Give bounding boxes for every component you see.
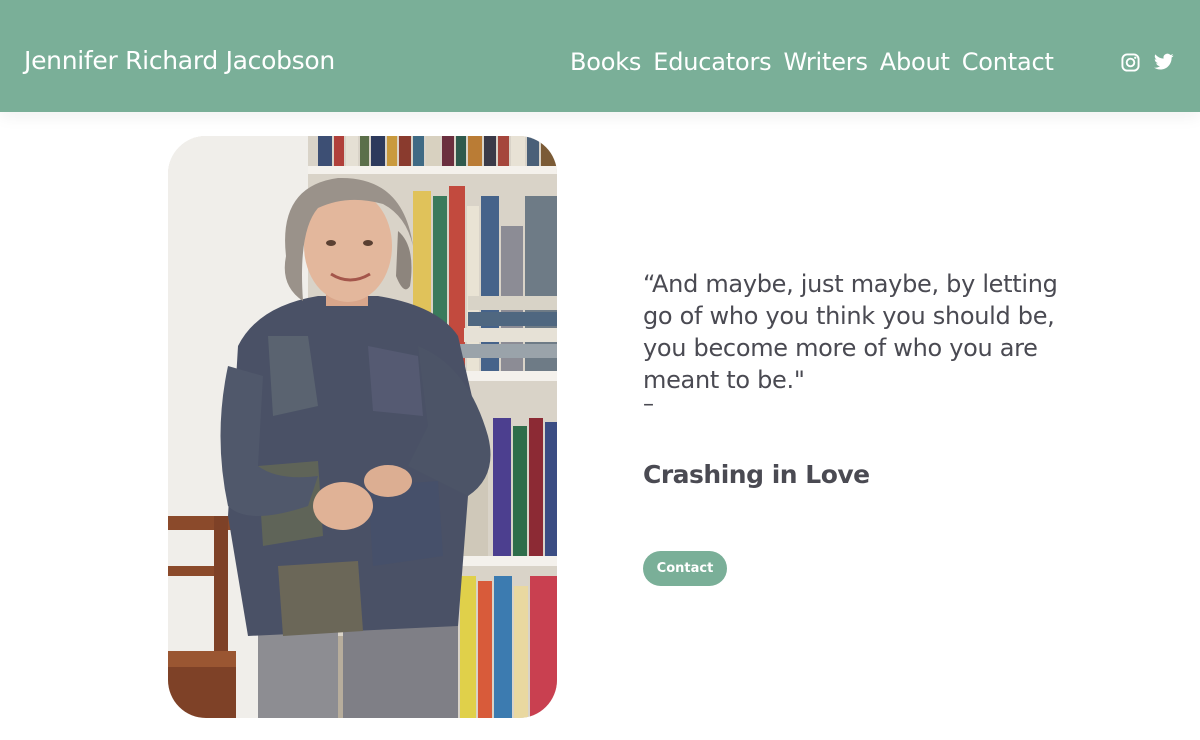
nav-educators[interactable]: Educators (653, 48, 771, 76)
site-header: Jennifer Richard Jacobson Books Educator… (0, 0, 1200, 112)
instagram-icon[interactable] (1121, 53, 1140, 72)
main-nav: Books Educators Writers About Contact (570, 48, 1054, 76)
book-title[interactable]: Crashing in Love (643, 460, 870, 489)
hero-quote: “And maybe, just maybe, by letting go of… (643, 270, 1058, 394)
nav-about[interactable]: About (880, 48, 950, 76)
author-photo (168, 136, 557, 718)
twitter-icon[interactable] (1154, 53, 1174, 72)
quote-attribution-dash: – (643, 392, 654, 417)
nav-contact[interactable]: Contact (962, 48, 1054, 76)
nav-books[interactable]: Books (570, 48, 641, 76)
site-title[interactable]: Jennifer Richard Jacobson (24, 46, 335, 75)
social-links (1121, 53, 1174, 72)
nav-writers[interactable]: Writers (783, 48, 868, 76)
contact-button[interactable]: Contact (643, 551, 727, 586)
